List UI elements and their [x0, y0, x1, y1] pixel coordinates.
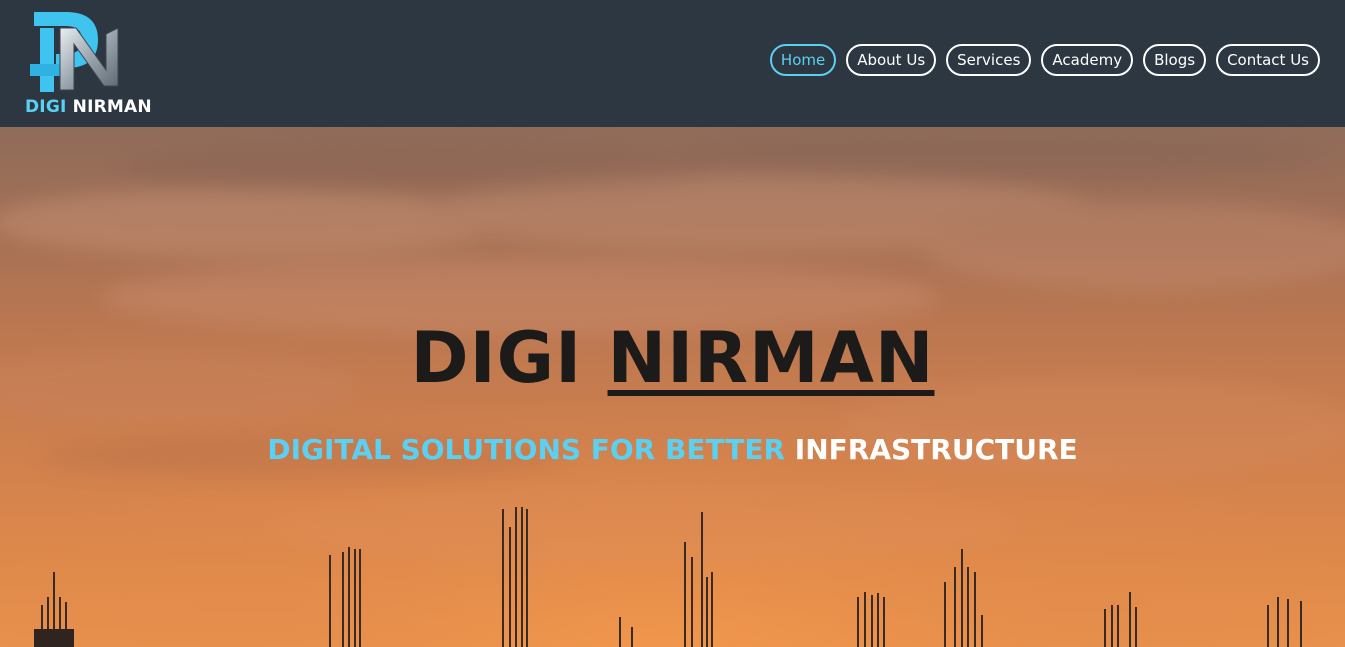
nav-contact-us[interactable]: Contact Us: [1216, 44, 1320, 76]
hero-subtitle-part1: DIGITAL SOLUTIONS FOR BETTER: [267, 433, 786, 466]
brand-name-part1: DIGI: [25, 97, 67, 117]
hero-section: DIGI NIRMAN DIGITAL SOLUTIONS FOR BETTER…: [0, 127, 1345, 647]
brand-name-part2: NIRMAN: [72, 97, 152, 117]
nav-academy[interactable]: Academy: [1041, 44, 1134, 76]
nav-blogs[interactable]: Blogs: [1143, 44, 1207, 76]
hero-subtitle-part2: INFRASTRUCTURE: [794, 433, 1078, 466]
dn-monogram-icon: [30, 12, 119, 92]
brand-name: DIGI NIRMAN: [25, 97, 152, 117]
nav-services[interactable]: Services: [946, 44, 1032, 76]
top-navbar: DIGI NIRMAN Home About Us Services Acade…: [0, 0, 1345, 127]
hero-title-part2: NIRMAN: [607, 317, 935, 399]
nav-home[interactable]: Home: [769, 44, 837, 76]
brand-logo[interactable]: DIGI NIRMAN: [22, 6, 152, 118]
nav-about-us[interactable]: About Us: [846, 44, 937, 76]
hero-title: DIGI NIRMAN: [0, 317, 1345, 399]
main-nav: Home About Us Services Academy Blogs Con…: [769, 44, 1320, 76]
hero-title-part1: DIGI: [410, 317, 583, 399]
hero-subtitle: DIGITAL SOLUTIONS FOR BETTER INFRASTRUCT…: [0, 433, 1345, 466]
